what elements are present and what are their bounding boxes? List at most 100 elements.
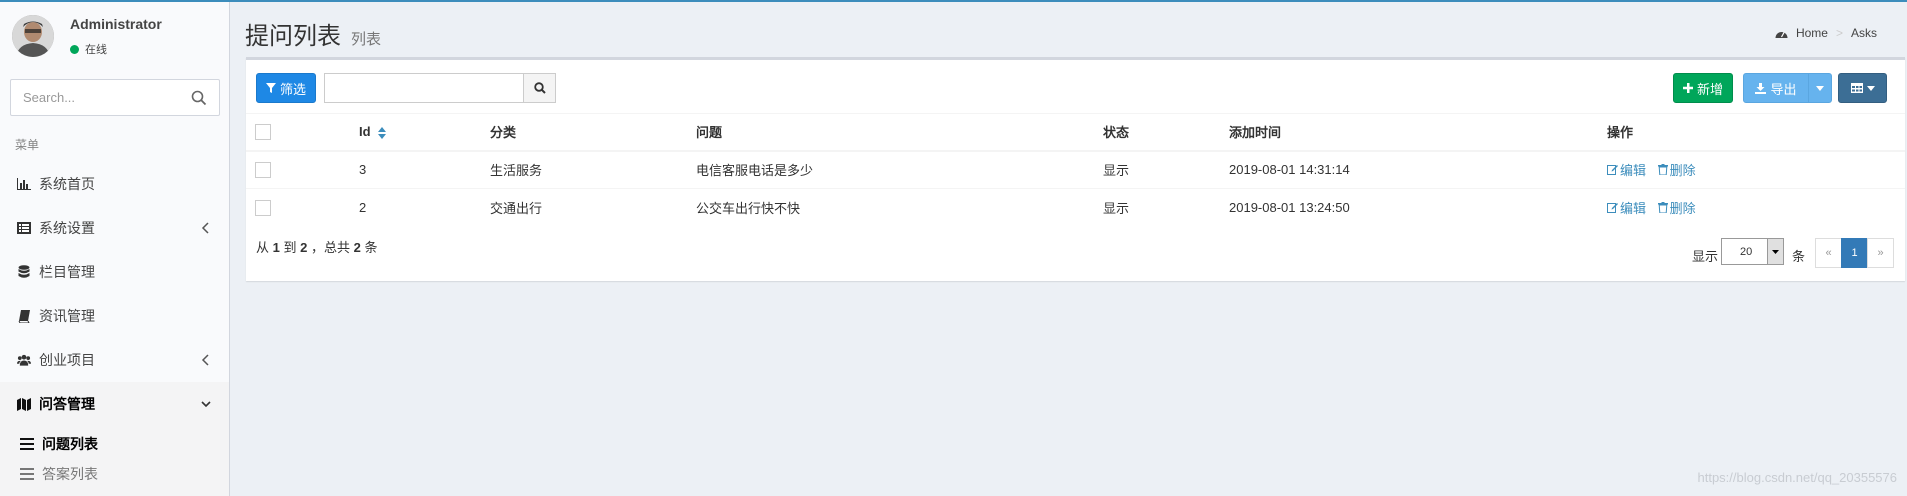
cell-question: 电信客服电话是多少: [696, 150, 1103, 189]
sidebar-item-news[interactable]: 资讯管理: [0, 294, 229, 338]
sidebar-item-qa-management[interactable]: 问答管理: [0, 382, 229, 426]
bar-chart-icon: [17, 177, 31, 191]
list-icon: [20, 468, 34, 480]
cell-actions: 编辑 删除: [1607, 150, 1905, 189]
breadcrumb-home[interactable]: Home: [1796, 26, 1828, 40]
table-search-button[interactable]: [523, 73, 556, 103]
cell-id: 3: [359, 150, 490, 189]
pagination-next[interactable]: »: [1867, 238, 1894, 268]
sidebar-item-label: 栏目管理: [39, 264, 95, 280]
online-status-icon: [70, 44, 79, 54]
delete-link[interactable]: 删除: [1657, 160, 1696, 179]
row-checkbox[interactable]: [255, 200, 271, 217]
export-dropdown-toggle[interactable]: [1808, 73, 1832, 103]
top-accent-line: [0, 0, 1907, 2]
summary-text: ，总共: [311, 240, 351, 255]
pagination-summary: 从 1 到 2 ，总共 2 条: [256, 237, 378, 256]
sidebar-item-label: 系统设置: [39, 220, 95, 236]
caret-down-icon: [1816, 85, 1824, 91]
summary-text: 条: [364, 240, 378, 255]
breadcrumb-separator: >: [1835, 26, 1843, 40]
row-select-cell: [246, 150, 359, 189]
avatar[interactable]: [12, 15, 54, 57]
page-size-select[interactable]: 20: [1721, 238, 1784, 265]
row-select-cell: [246, 188, 359, 227]
summary-end: 2: [300, 240, 308, 255]
table-grid-icon: [1850, 83, 1863, 93]
columns-toggle-button[interactable]: [1838, 73, 1887, 103]
sidebar-subitem-question-list[interactable]: 问题列表: [20, 434, 98, 454]
cell-question: 公交车出行快不快: [696, 188, 1103, 227]
row-checkbox[interactable]: [255, 162, 271, 179]
pagination-prev[interactable]: «: [1815, 238, 1842, 268]
column-header-category: 分类: [490, 113, 696, 152]
add-button-label: 新增: [1696, 81, 1723, 97]
sidebar: Administrator 在线 菜单 系统首页 系统设置 栏目管理: [0, 2, 230, 496]
sidebar-item-columns[interactable]: 栏目管理: [0, 250, 229, 294]
asks-table: Id 分类 问题 状态 添加时间 操作 3 生活服务 电信客服电话是多少 显示 …: [246, 113, 1905, 227]
select-all-checkbox[interactable]: [255, 124, 271, 141]
column-header-question: 问题: [696, 113, 1103, 152]
sidebar-search-input[interactable]: [11, 80, 181, 115]
trash-icon: [1657, 202, 1668, 214]
plus-icon: [1682, 83, 1693, 93]
export-button-label: 导出: [1770, 81, 1797, 97]
cell-category: 生活服务: [490, 150, 696, 189]
edit-icon: [1607, 203, 1618, 214]
list-icon: [20, 438, 34, 450]
chevron-left-icon: [201, 222, 209, 234]
sidebar-item-dashboard[interactable]: 系统首页: [0, 162, 229, 206]
chevron-left-icon: [201, 354, 209, 366]
delete-label: 删除: [1669, 163, 1696, 179]
sidebar-subitem-label: 答案列表: [42, 466, 98, 482]
select-all-cell: [246, 113, 359, 152]
summary-total: 2: [353, 240, 361, 255]
edit-link[interactable]: 编辑: [1607, 198, 1646, 217]
column-header-id[interactable]: Id: [359, 113, 490, 152]
column-header-actions: 操作: [1607, 113, 1905, 152]
summary-text: 到: [283, 240, 297, 255]
chevron-down-icon: [201, 401, 211, 408]
caret-down-icon: [1866, 85, 1875, 91]
user-name: Administrator: [70, 16, 162, 32]
table-search-input[interactable]: [324, 73, 524, 103]
edit-link[interactable]: 编辑: [1607, 160, 1646, 179]
search-icon[interactable]: [191, 90, 207, 106]
sidebar-item-label: 资讯管理: [39, 308, 95, 324]
add-button[interactable]: 新增: [1673, 73, 1733, 103]
pagination: « 1 »: [1815, 238, 1894, 268]
sidebar-subitem-answer-list[interactable]: 答案列表: [20, 464, 98, 484]
page-size-unit: 条: [1792, 249, 1806, 264]
pagination-page-current[interactable]: 1: [1841, 238, 1868, 268]
cell-created-time: 2019-08-01 14:31:14: [1229, 150, 1607, 189]
sidebar-item-label: 创业项目: [39, 352, 95, 368]
cell-created-time: 2019-08-01 13:24:50: [1229, 188, 1607, 227]
qa-submenu: 问题列表 答案列表: [0, 422, 229, 496]
watermark: https://blog.csdn.net/qq_20355576: [1697, 470, 1898, 485]
book-icon: [17, 309, 31, 323]
cell-actions: 编辑 删除: [1607, 188, 1905, 227]
sidebar-item-startup-projects[interactable]: 创业项目: [0, 338, 229, 382]
sidebar-item-label: 系统首页: [39, 176, 95, 192]
summary-text: 从: [256, 240, 270, 255]
user-status: 在线: [70, 41, 107, 57]
filter-button[interactable]: 筛选: [256, 73, 316, 103]
dropdown-arrow-icon: [1767, 239, 1783, 264]
breadcrumb: Home > Asks: [1775, 26, 1877, 40]
table-row: 3 生活服务 电信客服电话是多少 显示 2019-08-01 14:31:14 …: [246, 150, 1905, 189]
page-subtitle: 列表: [351, 31, 382, 48]
user-panel: Administrator 在线: [0, 2, 230, 66]
page-title: 提问列表 列表: [245, 16, 381, 51]
edit-icon: [1607, 165, 1618, 176]
sidebar-search: [10, 79, 220, 116]
user-status-text: 在线: [85, 44, 107, 56]
table-row: 2 交通出行 公交车出行快不快 显示 2019-08-01 13:24:50 编…: [246, 188, 1905, 227]
sidebar-item-system-settings[interactable]: 系统设置: [0, 206, 229, 250]
export-button[interactable]: 导出: [1743, 73, 1809, 103]
delete-link[interactable]: 删除: [1657, 198, 1696, 217]
delete-label: 删除: [1669, 201, 1696, 217]
cell-id: 2: [359, 188, 490, 227]
map-icon: [17, 397, 31, 411]
filter-button-label: 筛选: [279, 81, 306, 97]
table-header-row: Id 分类 问题 状态 添加时间 操作: [246, 113, 1905, 152]
